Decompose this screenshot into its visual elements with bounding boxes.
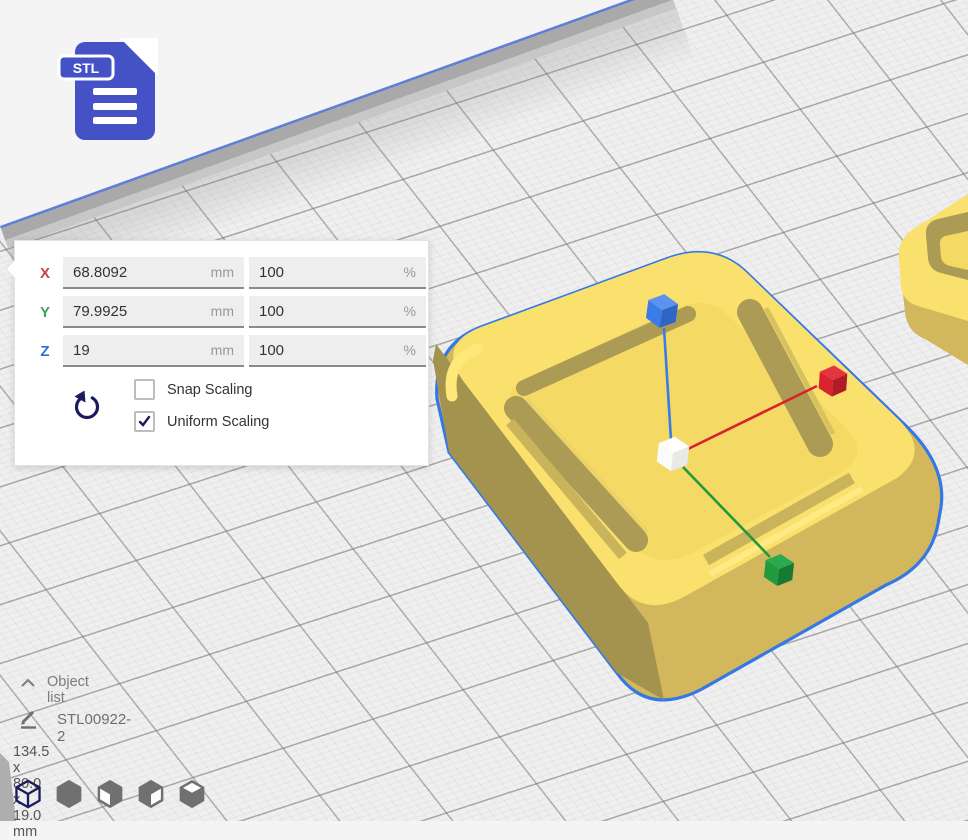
scale-row-y: Y mm % — [32, 296, 428, 328]
axis-z-label: Z — [32, 343, 58, 360]
scale-x-mm-unit: mm — [211, 264, 234, 280]
view-mode-toolbar — [14, 779, 206, 809]
scale-y-percent-unit: % — [404, 303, 416, 319]
model-secondary[interactable] — [899, 194, 968, 365]
scale-y-mm-unit: mm — [211, 303, 234, 319]
snap-scaling-row: Snap Scaling — [134, 379, 269, 400]
view-cube-left-face-icon[interactable] — [96, 779, 124, 809]
reset-rotate-ccw-icon — [70, 388, 104, 422]
scale-x-percent-unit: % — [404, 264, 416, 280]
view-cube-top-face-icon[interactable] — [178, 779, 206, 809]
check-icon — [138, 415, 151, 428]
scale-tool-panel: X mm % Y mm % Z mm % — [14, 240, 429, 466]
scale-y-percent-input[interactable] — [259, 303, 398, 320]
stl-file-icon[interactable]: STL — [59, 38, 158, 140]
snap-scaling-label: Snap Scaling — [167, 382, 252, 398]
scale-y-mm-input[interactable] — [73, 303, 205, 320]
slicer-app: { "colors": { "outline-blue": "#3478E6",… — [0, 0, 968, 821]
scale-y-mm-field[interactable]: mm — [63, 296, 244, 328]
view-cube-wireframe-icon[interactable] — [14, 779, 42, 809]
scale-x-mm-input[interactable] — [73, 264, 205, 281]
scale-z-percent-field[interactable]: % — [249, 335, 426, 367]
chevron-up-icon[interactable] — [20, 678, 36, 688]
scale-z-mm-field[interactable]: mm — [63, 335, 244, 367]
object-list-item-name[interactable]: STL00922-2 — [57, 711, 131, 745]
scale-x-mm-field[interactable]: mm — [63, 257, 244, 289]
scale-x-percent-input[interactable] — [259, 264, 398, 281]
view-cube-right-face-icon[interactable] — [137, 779, 165, 809]
edit-pencil-icon[interactable] — [18, 708, 40, 730]
scale-row-x: X mm % — [32, 257, 428, 289]
scale-z-percent-unit: % — [404, 342, 416, 358]
axis-x-label: X — [32, 265, 58, 282]
snap-scaling-checkbox[interactable] — [134, 379, 155, 400]
axis-y-label: Y — [32, 304, 58, 321]
scale-x-percent-field[interactable]: % — [249, 257, 426, 289]
scale-y-percent-field[interactable]: % — [249, 296, 426, 328]
view-cube-solid-icon[interactable] — [55, 779, 83, 809]
scale-z-mm-input[interactable] — [73, 342, 205, 359]
stl-badge-label: STL — [73, 60, 100, 76]
uniform-scaling-label: Uniform Scaling — [167, 414, 269, 430]
scale-z-percent-input[interactable] — [259, 342, 398, 359]
scale-row-z: Z mm % — [32, 335, 428, 367]
scale-z-mm-unit: mm — [211, 342, 234, 358]
object-list-header[interactable]: Object list — [47, 674, 89, 706]
uniform-scaling-row: Uniform Scaling — [134, 411, 269, 432]
reset-scale-button[interactable] — [70, 388, 104, 422]
model-selected[interactable] — [433, 253, 942, 700]
uniform-scaling-checkbox[interactable] — [134, 411, 155, 432]
